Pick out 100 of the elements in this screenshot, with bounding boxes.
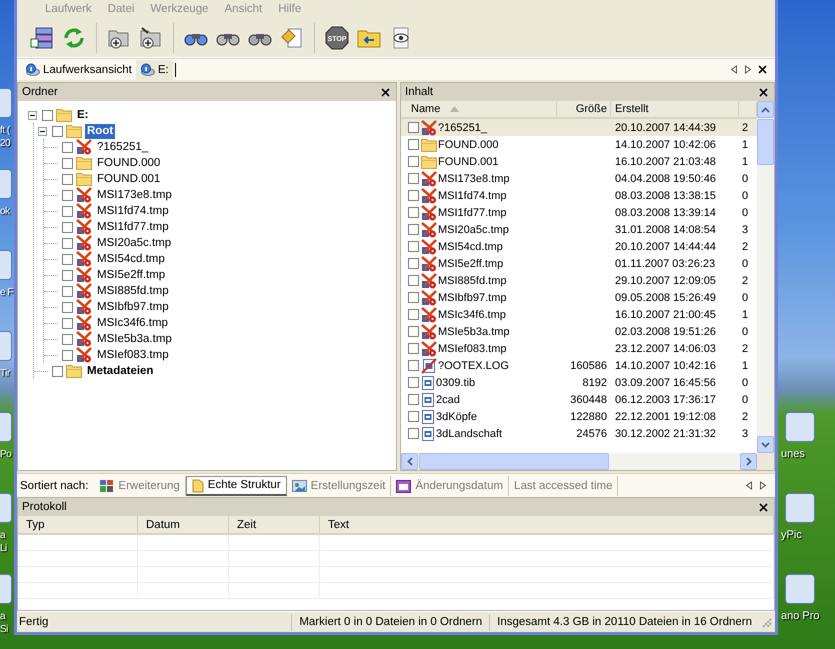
file-row[interactable]: ?OOTEX.LOG 160586 14.10.2007 10:42:16 1 [401, 357, 757, 374]
checkbox[interactable] [408, 394, 419, 405]
vertical-scrollbar[interactable] [757, 101, 774, 453]
checkbox[interactable] [62, 174, 73, 184]
scroll-left-icon[interactable] [745, 481, 753, 490]
checkbox[interactable] [408, 258, 419, 269]
tree-item[interactable]: MSI1fd74.tmp [95, 204, 171, 218]
scroll-left-button[interactable] [401, 453, 418, 470]
scroll-right-icon[interactable] [744, 65, 752, 74]
checkbox[interactable] [52, 366, 63, 376]
column-title[interactable]: Zeit [229, 516, 320, 533]
close-icon[interactable] [381, 88, 390, 96]
file-row[interactable]: MSI885fd.tmp 29.10.2007 12:09:05 2 [401, 272, 757, 289]
column-title[interactable]: Datum [138, 516, 229, 533]
file-row[interactable]: MSI1fd77.tmp 08.03.2008 13:39:14 0 [401, 204, 757, 221]
file-row[interactable]: MSIef083.tmp 23.12.2007 14:06:03 2 [401, 340, 757, 357]
checkbox[interactable] [408, 173, 419, 184]
scrollbar-thumb[interactable] [419, 453, 609, 470]
checkbox[interactable] [62, 158, 73, 168]
file-row[interactable]: MSIc34f6.tmp 16.10.2007 21:00:45 1 [401, 306, 757, 323]
scroll-left-icon[interactable] [730, 65, 738, 74]
file-row[interactable]: MSIe5b3a.tmp 02.03.2008 19:51:26 0 [401, 323, 757, 340]
checkbox[interactable] [62, 318, 73, 328]
checkbox[interactable] [408, 292, 419, 303]
file-row[interactable]: MSI1fd74.tmp 08.03.2008 13:38:15 0 [401, 187, 757, 204]
column-title[interactable]: Name [411, 103, 440, 115]
view-tab[interactable]: E: [136, 60, 173, 80]
checkbox[interactable] [62, 286, 73, 296]
view-tab[interactable]: Laufwerksansicht [21, 60, 136, 80]
tree-item[interactable]: MSIbfb97.tmp [95, 300, 171, 314]
file-row[interactable]: MSI20a5c.tmp 31.01.2008 14:08:54 3 [401, 221, 757, 238]
file-row[interactable]: FOUND.000 14.10.2007 10:42:06 1 [401, 136, 757, 153]
tree-item[interactable]: Metadateien [85, 364, 156, 378]
scroll-down-button[interactable] [757, 436, 774, 453]
shortcut-icon[interactable] [785, 493, 815, 523]
tree-item[interactable]: MSI20a5c.tmp [95, 236, 174, 250]
checkbox[interactable] [62, 190, 73, 200]
sort-tab[interactable]: Erstellungszeit [286, 476, 392, 496]
column-title[interactable]: Größe [557, 102, 611, 116]
horizontal-scrollbar[interactable] [401, 453, 774, 470]
checkbox[interactable] [42, 110, 53, 120]
checkbox[interactable] [62, 222, 73, 232]
shortcut-icon[interactable] [785, 574, 815, 604]
checkbox[interactable] [62, 270, 73, 280]
checkbox[interactable] [408, 156, 419, 167]
checkbox[interactable] [408, 326, 419, 337]
file-row[interactable]: FOUND.001 16.10.2007 21:03:48 1 [401, 153, 757, 170]
checkbox[interactable] [408, 207, 419, 218]
checkbox[interactable] [408, 275, 419, 286]
checkbox[interactable] [408, 360, 419, 371]
checkbox[interactable] [62, 350, 73, 360]
column-title[interactable]: Text [320, 516, 774, 533]
checkbox[interactable] [408, 309, 419, 320]
checkbox[interactable] [408, 224, 419, 235]
tree-item[interactable]: MSIe5b3a.tmp [95, 332, 174, 346]
checkbox[interactable] [408, 411, 419, 422]
file-row[interactable]: MSI54cd.tmp 20.10.2007 14:44:44 2 [401, 238, 757, 255]
checkbox[interactable] [408, 428, 419, 439]
checkbox[interactable] [408, 139, 419, 150]
checkbox[interactable] [408, 122, 419, 133]
file-row[interactable]: MSI173e8.tmp 04.04.2008 19:50:46 0 [401, 170, 757, 187]
checkbox[interactable] [52, 126, 63, 136]
checkbox[interactable] [408, 190, 419, 201]
column-title[interactable]: Erstellt [611, 102, 739, 116]
shortcut-icon[interactable] [785, 412, 815, 442]
drive-stack-icon[interactable] [29, 24, 55, 50]
file-row[interactable]: MSIbfb97.tmp 09.05.2008 15:26:49 0 [401, 289, 757, 306]
tree-item[interactable]: MSI173e8.tmp [95, 188, 174, 202]
file-row[interactable]: ?165251_ 20.10.2007 14:44:39 2 [401, 119, 757, 136]
scroll-right-button[interactable] [740, 453, 757, 470]
tree-item[interactable]: MSI5e2ff.tmp [95, 268, 168, 282]
tree-item[interactable]: MSI54cd.tmp [95, 252, 167, 266]
checkbox[interactable] [408, 343, 419, 354]
sort-tab[interactable]: Last accessed time [509, 476, 618, 496]
scroll-right-icon[interactable] [759, 481, 767, 490]
checkbox[interactable] [408, 241, 419, 252]
tree-item[interactable]: MSI885fd.tmp [95, 284, 171, 298]
file-row[interactable]: 2cad 360448 06.12.2003 17:36:17 0 [401, 391, 757, 408]
file-row[interactable]: MSI5e2ff.tmp 01.11.2007 03:26:23 0 [401, 255, 757, 272]
close-icon[interactable] [758, 65, 767, 74]
sort-tab[interactable]: Erweiterung [94, 476, 186, 496]
collapse-toggle[interactable] [38, 126, 47, 136]
checkbox[interactable] [62, 254, 73, 264]
close-icon[interactable] [759, 88, 768, 96]
checkbox[interactable] [62, 334, 73, 344]
scroll-up-button[interactable] [757, 101, 774, 118]
close-icon[interactable] [759, 502, 768, 512]
sort-tab[interactable]: Echte Struktur [186, 476, 287, 496]
checkbox[interactable] [62, 238, 73, 248]
file-row[interactable]: 0309.tib 8192 03.09.2007 16:45:56 0 [401, 374, 757, 391]
tree-item[interactable]: MSI1fd77.tmp [95, 220, 171, 234]
sort-tab[interactable]: Änderungsdatum [391, 476, 510, 496]
scrollbar-thumb[interactable] [757, 119, 774, 165]
collapse-toggle[interactable] [28, 110, 37, 120]
tree-item[interactable]: FOUND.001 [95, 172, 162, 186]
checkbox[interactable] [62, 302, 73, 312]
checkbox[interactable] [408, 377, 419, 388]
file-row[interactable]: 3dKöpfe 122880 22.12.2001 19:12:08 2 [401, 408, 757, 425]
file-row[interactable]: 3dLandschaft 24576 30.12.2002 21:31:32 3 [401, 425, 757, 442]
tree-item[interactable]: MSIef083.tmp [95, 348, 171, 362]
